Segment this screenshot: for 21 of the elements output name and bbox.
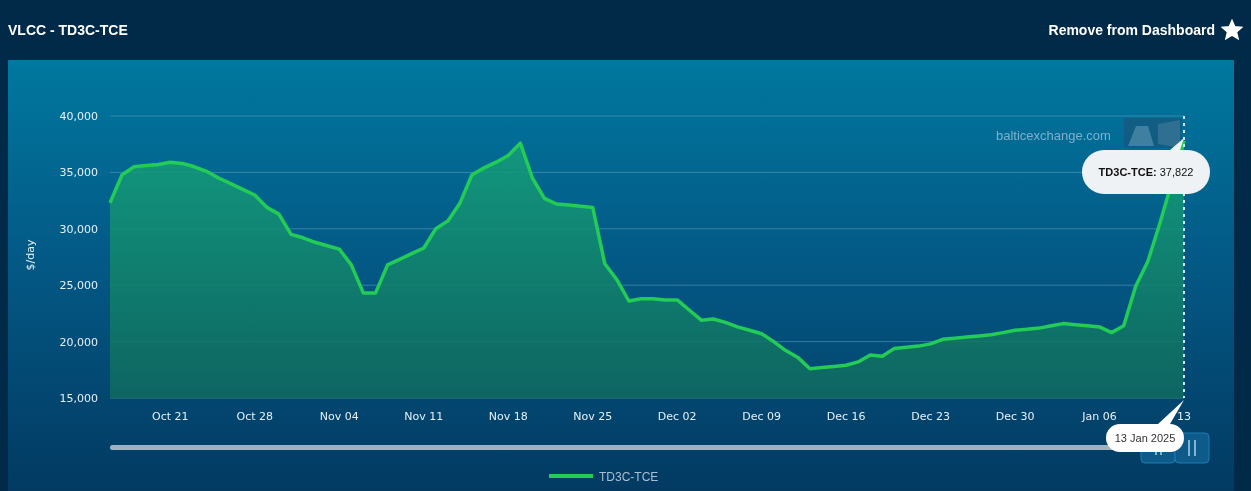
y-axis-label: 20,000 <box>59 335 98 349</box>
y-axis-label: 40,000 <box>59 110 98 123</box>
y-axis-title: $/day <box>24 239 37 271</box>
x-axis-label: Dec 02 <box>657 410 697 423</box>
y-axis-label: 35,000 <box>59 166 98 180</box>
x-axis-label: 13 <box>1177 410 1191 423</box>
x-axis-label: Nov 11 <box>404 410 444 423</box>
x-axis-label: Jan 06 <box>1082 410 1117 423</box>
y-axis-label: 25,000 <box>59 279 98 293</box>
x-axis-label: Nov 04 <box>319 410 359 423</box>
x-axis-label: Oct 21 <box>152 410 189 423</box>
x-axis-label: Dec 16 <box>826 410 866 423</box>
x-axis-label: Nov 25 <box>573 410 613 423</box>
x-axis-label: Oct 28 <box>236 410 274 423</box>
x-axis-label: Dec 23 <box>911 410 950 423</box>
y-axis-label: 15,000 <box>59 392 98 405</box>
y-axis-label: 30,000 <box>59 222 98 236</box>
x-axis-label: Dec 30 <box>995 410 1035 423</box>
chart-title: VLCC - TD3C-TCE <box>8 22 128 38</box>
x-axis-label: Dec 09 <box>742 410 782 423</box>
x-axis-label: Nov 18 <box>488 410 528 423</box>
